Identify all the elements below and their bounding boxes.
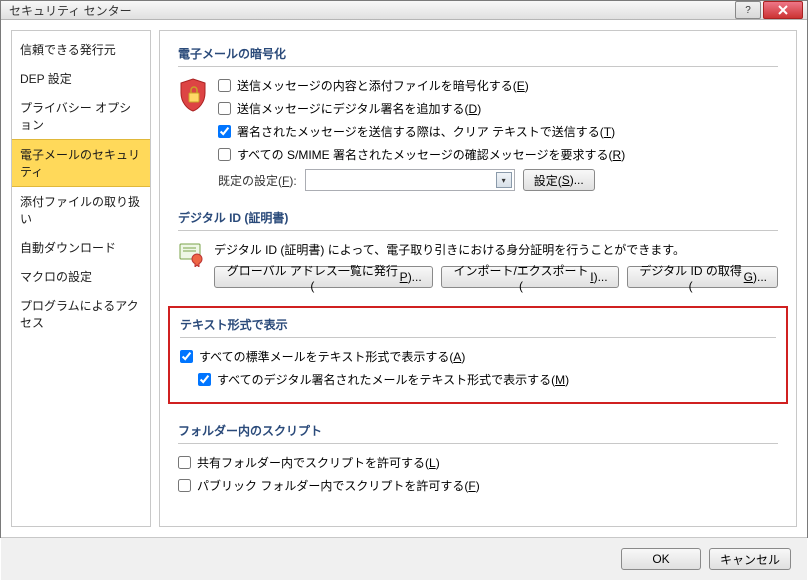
dialog-body: 信頼できる発行元 DEP 設定 プライバシー オプション 電子メールのセキュリテ… (1, 20, 807, 537)
close-icon (778, 5, 788, 15)
sidebar-item-email-security[interactable]: 電子メールのセキュリティ (12, 139, 150, 187)
group-text-format: テキスト形式で表示 すべての標準メールをテキスト形式で表示する(A) すべてのデ… (168, 306, 788, 404)
ok-button[interactable]: OK (621, 548, 701, 570)
group-title-text-format: テキスト形式で表示 (180, 316, 776, 338)
group-title-digital-id: デジタル ID (証明書) (178, 209, 778, 231)
shield-lock-icon (178, 77, 208, 113)
checkbox-read-plain-input[interactable] (180, 350, 193, 363)
checkbox-confirm-input[interactable] (218, 148, 231, 161)
checkbox-cleartext-label: 署名されたメッセージを送信する際は、クリア テキストで送信する(T) (237, 123, 615, 140)
checkbox-allow-shared-scripts[interactable]: 共有フォルダー内でスクリプトを許可する(L) (178, 454, 778, 471)
close-button[interactable] (763, 1, 803, 19)
sidebar-item-auto-download[interactable]: 自動ダウンロード (12, 233, 150, 262)
group-title-encryption: 電子メールの暗号化 (178, 45, 778, 67)
digital-id-description: デジタル ID (証明書) によって、電子取り引きにおける身分証明を行うことがで… (214, 241, 778, 258)
default-setting-combo[interactable]: ▾ (305, 169, 515, 191)
checkbox-sign-input[interactable] (218, 102, 231, 115)
checkbox-request-receipt[interactable]: すべての S/MIME 署名されたメッセージの確認メッセージを要求する(R) (218, 146, 778, 163)
security-center-window: セキュリティ センター ? 信頼できる発行元 DEP 設定 プライバシー オプシ… (0, 0, 808, 538)
checkbox-encrypt-input[interactable] (218, 79, 231, 92)
group-digital-id: デジタル ID (証明書) デジタル ID (証明書) によって、電子取り引きに… (178, 209, 778, 288)
titlebar: セキュリティ センター ? (1, 1, 807, 20)
group-title-folder-scripts: フォルダー内のスクリプト (178, 422, 778, 444)
sidebar-item-trusted-publishers[interactable]: 信頼できる発行元 (12, 35, 150, 64)
import-export-button[interactable]: インポート/エクスポート(I)... (441, 266, 619, 288)
checkbox-read-plain[interactable]: すべての標準メールをテキスト形式で表示する(A) (180, 348, 776, 365)
checkbox-shared-label: 共有フォルダー内でスクリプトを許可する(L) (197, 454, 440, 471)
checkbox-sign-label: 送信メッセージにデジタル署名を追加する(D) (237, 100, 481, 117)
checkbox-public-input[interactable] (178, 479, 191, 492)
help-button[interactable]: ? (735, 1, 761, 19)
checkbox-cleartext[interactable]: 署名されたメッセージを送信する際は、クリア テキストで送信する(T) (218, 123, 778, 140)
get-digital-id-button[interactable]: デジタル ID の取得(G)... (627, 266, 778, 288)
sidebar-item-macro[interactable]: マクロの設定 (12, 262, 150, 291)
cancel-button[interactable]: キャンセル (709, 548, 791, 570)
content-pane: 電子メールの暗号化 送信メッセージの内容と添付ファイルを暗号化する(E) (159, 30, 797, 527)
checkbox-read-signed-plain[interactable]: すべてのデジタル署名されたメールをテキスト形式で表示する(M) (198, 371, 776, 388)
chevron-down-icon: ▾ (496, 172, 512, 188)
default-setting-label: 既定の設定(F): (218, 172, 297, 189)
checkbox-allow-public-scripts[interactable]: パブリック フォルダー内でスクリプトを許可する(F) (178, 477, 778, 494)
checkbox-shared-input[interactable] (178, 456, 191, 469)
checkbox-read-plain-label: すべての標準メールをテキスト形式で表示する(A) (199, 348, 465, 365)
sidebar: 信頼できる発行元 DEP 設定 プライバシー オプション 電子メールのセキュリテ… (11, 30, 151, 527)
sidebar-item-programmatic-access[interactable]: プログラムによるアクセス (12, 291, 150, 337)
sidebar-item-privacy[interactable]: プライバシー オプション (12, 93, 150, 139)
sidebar-item-dep[interactable]: DEP 設定 (12, 64, 150, 93)
sidebar-item-attachments[interactable]: 添付ファイルの取り扱い (12, 187, 150, 233)
checkbox-confirm-label: すべての S/MIME 署名されたメッセージの確認メッセージを要求する(R) (237, 146, 625, 163)
group-folder-scripts: フォルダー内のスクリプト 共有フォルダー内でスクリプトを許可する(L) パブリッ… (178, 422, 778, 494)
dialog-footer: OK キャンセル (1, 537, 807, 580)
checkbox-read-signed-plain-label: すべてのデジタル署名されたメールをテキスト形式で表示する(M) (217, 371, 569, 388)
publish-gal-button[interactable]: グローバル アドレス一覧に発行(P)... (214, 266, 433, 288)
checkbox-add-signature[interactable]: 送信メッセージにデジタル署名を追加する(D) (218, 100, 778, 117)
checkbox-public-label: パブリック フォルダー内でスクリプトを許可する(F) (197, 477, 480, 494)
checkbox-encrypt-outgoing[interactable]: 送信メッセージの内容と添付ファイルを暗号化する(E) (218, 77, 778, 94)
window-title: セキュリティ センター (9, 2, 733, 19)
certificate-icon (178, 241, 204, 267)
group-encryption: 電子メールの暗号化 送信メッセージの内容と添付ファイルを暗号化する(E) (178, 45, 778, 191)
checkbox-read-signed-plain-input[interactable] (198, 373, 211, 386)
checkbox-cleartext-input[interactable] (218, 125, 231, 138)
checkbox-encrypt-label: 送信メッセージの内容と添付ファイルを暗号化する(E) (237, 77, 529, 94)
settings-button[interactable]: 設定(S)... (523, 169, 595, 191)
